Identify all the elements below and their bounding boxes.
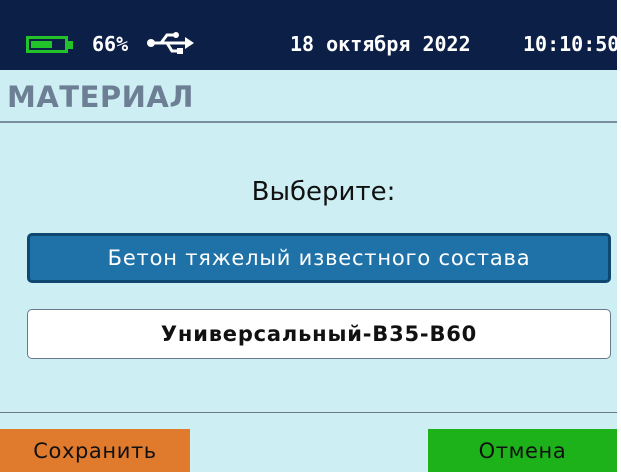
save-button-label: Сохранить — [33, 438, 157, 463]
battery-icon — [26, 36, 68, 53]
page-title: МАТЕРИАЛ — [7, 80, 194, 114]
save-button[interactable]: Сохранить — [0, 429, 190, 472]
option-universal[interactable]: Универсальный-В35-В60 — [27, 309, 611, 359]
title-divider — [0, 121, 617, 123]
cancel-button[interactable]: Отмена — [428, 429, 617, 472]
option-heavy-concrete[interactable]: Бетон тяжелый известного состава — [27, 233, 611, 283]
screen-edge — [617, 0, 621, 472]
usb-icon — [147, 32, 194, 54]
battery-tip — [68, 41, 73, 49]
status-bar: 66% 18 октября 2022 10:10:50 — [0, 0, 617, 70]
select-prompt: Выберите: — [251, 177, 396, 207]
footer-divider — [0, 412, 617, 413]
option-label: Бетон тяжелый известного состава — [107, 246, 531, 270]
status-date: 18 октября 2022 — [290, 32, 471, 56]
battery-percent: 66% — [92, 32, 129, 56]
battery-level-fill — [31, 41, 52, 48]
option-label: Универсальный-В35-В60 — [160, 322, 478, 346]
status-time: 10:10:50 — [523, 32, 617, 56]
device-screen: 66% 18 октября 2022 10:10:50 МАТЕРИАЛ Вы… — [0, 0, 617, 472]
cancel-button-label: Отмена — [478, 438, 567, 463]
